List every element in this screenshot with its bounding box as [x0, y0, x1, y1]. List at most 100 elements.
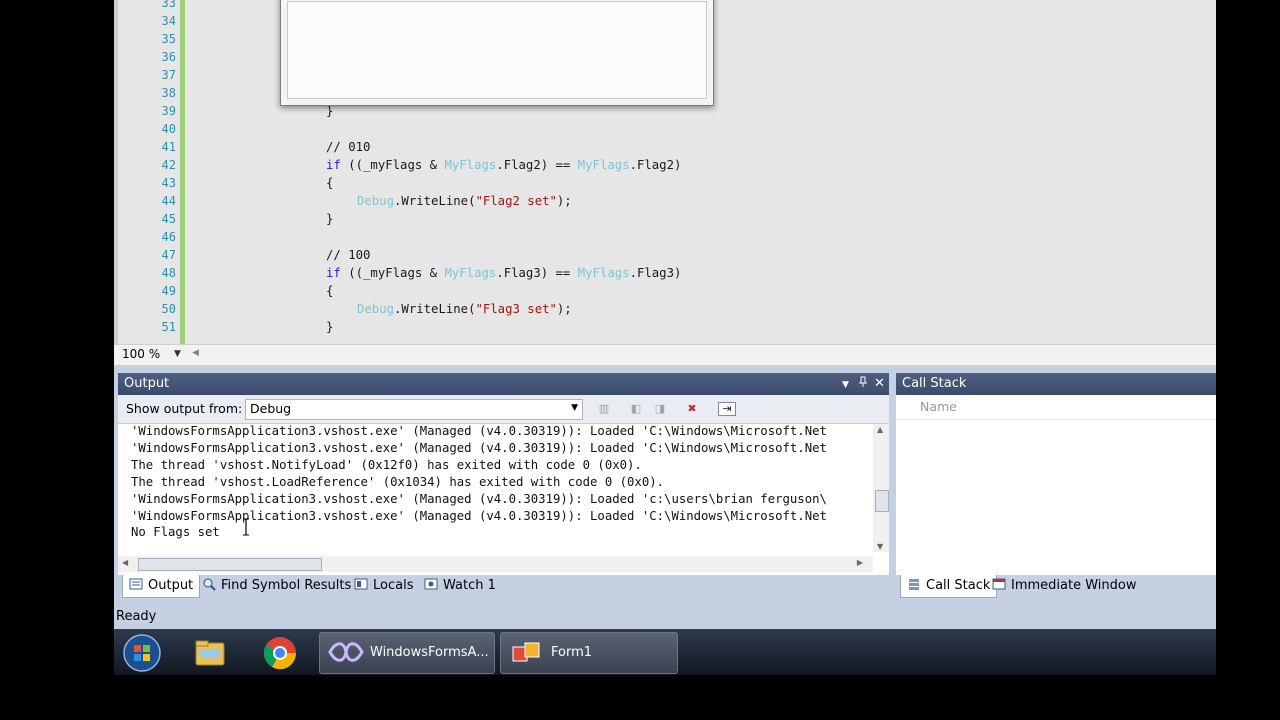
- code-comment-100[interactable]: // 100: [326, 246, 370, 264]
- scroll-up-icon[interactable]: ▲: [877, 425, 883, 434]
- output-line: 'WindowsFormsApplication3.vshost.exe' (M…: [131, 509, 827, 523]
- keyword-if: if: [326, 266, 341, 280]
- line-number: 48: [161, 266, 176, 280]
- output-line: 'WindowsFormsApplication3.vshost.exe' (M…: [131, 424, 827, 438]
- code-editor[interactable]: 33 34 35 36 37 38 39 40 41 42 43 44 45 4…: [114, 0, 1216, 344]
- line-number: 45: [161, 212, 176, 226]
- string-token: "Flag3 set": [475, 302, 557, 316]
- line-number: 33: [161, 0, 176, 10]
- code-line-42[interactable]: if ((_myFlags & MyFlags.Flag2) == MyFlag…: [326, 156, 681, 174]
- line-number: 41: [161, 140, 176, 154]
- code-token: );: [556, 302, 572, 316]
- code-line-43[interactable]: {: [326, 174, 333, 192]
- clear-all-icon[interactable]: ✖: [684, 402, 700, 416]
- code-line-44[interactable]: Debug.WriteLine("Flag2 set");: [357, 192, 572, 210]
- tab-immediate-label: Immediate Window: [1011, 578, 1137, 593]
- code-token: .Flag3): [629, 266, 682, 280]
- scroll-left-icon[interactable]: ◀: [122, 558, 128, 567]
- line-number: 49: [161, 284, 176, 298]
- output-vertical-scrollbar[interactable]: ▲ ▼: [873, 424, 889, 552]
- call-stack-column-header[interactable]: Name: [896, 395, 1216, 420]
- code-line-45[interactable]: }: [326, 210, 333, 228]
- zoom-level[interactable]: 100 %: [122, 347, 160, 361]
- tab-locals[interactable]: Locals: [354, 575, 413, 597]
- show-output-label: Show output from:: [126, 401, 243, 416]
- status-bar: Ready: [114, 603, 1216, 629]
- output-line: The thread 'vshost.LoadReference' (0x103…: [131, 475, 665, 489]
- close-icon[interactable]: ✕: [874, 373, 885, 395]
- scroll-right-icon[interactable]: ▶: [857, 558, 863, 567]
- window-position-icon[interactable]: ▼: [842, 374, 849, 396]
- code-token: .Flag2): [629, 158, 682, 172]
- editor-zoom-bar: 100 % ▼ ◀: [114, 344, 1216, 365]
- output-horizontal-scrollbar[interactable]: ◀ ▶: [118, 556, 873, 572]
- code-line-49[interactable]: {: [326, 282, 333, 300]
- prev-message-icon[interactable]: ◧: [628, 402, 644, 416]
- keyword-if: if: [326, 158, 341, 172]
- status-text: Ready: [116, 609, 157, 624]
- immediate-window-icon: [992, 577, 1006, 591]
- locals-icon: [354, 577, 368, 591]
- type-token: MyFlags: [444, 158, 497, 172]
- call-stack-icon: [907, 577, 921, 591]
- windows-start-icon[interactable]: [122, 633, 162, 673]
- output-line: 'WindowsFormsApplication3.vshost.exe' (M…: [131, 492, 827, 506]
- tab-find-symbol-label: Find Symbol Results: [221, 578, 352, 593]
- visual-studio-icon: [328, 641, 364, 667]
- tab-call-stack[interactable]: Call Stack: [900, 575, 998, 598]
- tab-call-stack-label: Call Stack: [926, 578, 991, 593]
- tab-output-label: Output: [148, 578, 194, 593]
- watch-icon: [424, 577, 438, 591]
- scroll-thumb[interactable]: [138, 558, 322, 571]
- output-text-area[interactable]: 'WindowsFormsApplication3.vshost.exe' (M…: [118, 424, 873, 552]
- find-message-icon[interactable]: ▥: [596, 402, 612, 416]
- taskbar: WindowsFormsA... Form1: [114, 629, 1216, 675]
- line-number: 34: [161, 14, 176, 28]
- scroll-thumb[interactable]: [875, 490, 889, 512]
- explorer-folder-icon[interactable]: [192, 635, 228, 671]
- code-token: .Flag2) ==: [496, 158, 578, 172]
- call-stack-title-bar[interactable]: Call Stack: [896, 373, 1216, 395]
- callstack-tab-row: Call Stack Immediate Window: [896, 575, 1216, 598]
- editor-scroll-left-icon[interactable]: ◀: [192, 348, 199, 358]
- tab-find-symbol-results[interactable]: Find Symbol Results: [202, 575, 351, 597]
- code-line-51[interactable]: }: [326, 318, 333, 336]
- text-cursor-icon: [243, 518, 249, 536]
- output-line: The thread 'vshost.NotifyLoad' (0x12f0) …: [131, 458, 642, 472]
- line-number: 43: [161, 176, 176, 190]
- output-tab-row: Output Find Symbol Results Locals Watch …: [118, 575, 889, 598]
- taskbar-form1-button[interactable]: Form1: [500, 632, 678, 674]
- desktop-screen: 33 34 35 36 37 38 39 40 41 42 43 44 45 4…: [114, 0, 1216, 675]
- form1-client-area[interactable]: [287, 1, 707, 99]
- output-source-select[interactable]: Debug ▼: [245, 399, 583, 420]
- code-comment-010[interactable]: // 010: [326, 138, 370, 156]
- taskbar-vs-label: WindowsFormsA...: [370, 645, 489, 660]
- scroll-down-icon[interactable]: ▼: [877, 542, 883, 551]
- zoom-dropdown-icon[interactable]: ▼: [174, 349, 181, 359]
- code-token: ((_myFlags &: [340, 266, 445, 280]
- next-message-icon[interactable]: ◨: [652, 402, 668, 416]
- pin-icon[interactable]: [858, 373, 868, 395]
- call-stack-title: Call Stack: [902, 376, 967, 391]
- form1-window[interactable]: [280, 0, 714, 106]
- chrome-icon[interactable]: [262, 635, 298, 671]
- code-token: );: [556, 194, 572, 208]
- tab-output[interactable]: Output: [122, 575, 201, 598]
- output-title-bar[interactable]: Output ▼ ✕: [118, 373, 889, 395]
- line-number: 50: [161, 302, 176, 316]
- string-token: "Flag2 set": [475, 194, 557, 208]
- tab-watch-1[interactable]: Watch 1: [424, 575, 496, 597]
- word-wrap-icon[interactable]: ⇥: [718, 402, 736, 416]
- line-number: 46: [161, 230, 176, 244]
- tab-watch-1-label: Watch 1: [443, 578, 496, 593]
- tab-immediate-window[interactable]: Immediate Window: [992, 575, 1136, 597]
- type-token: Debug: [357, 302, 395, 316]
- line-number: 42: [161, 158, 176, 172]
- code-line-50[interactable]: Debug.WriteLine("Flag3 set");: [357, 300, 572, 318]
- form-app-icon: [511, 641, 541, 669]
- type-token: Debug: [357, 194, 395, 208]
- code-line-48[interactable]: if ((_myFlags & MyFlags.Flag3) == MyFlag…: [326, 264, 681, 282]
- tab-locals-label: Locals: [373, 578, 414, 593]
- taskbar-visual-studio-button[interactable]: WindowsFormsA...: [319, 632, 495, 674]
- output-line: No Flags set: [131, 525, 220, 539]
